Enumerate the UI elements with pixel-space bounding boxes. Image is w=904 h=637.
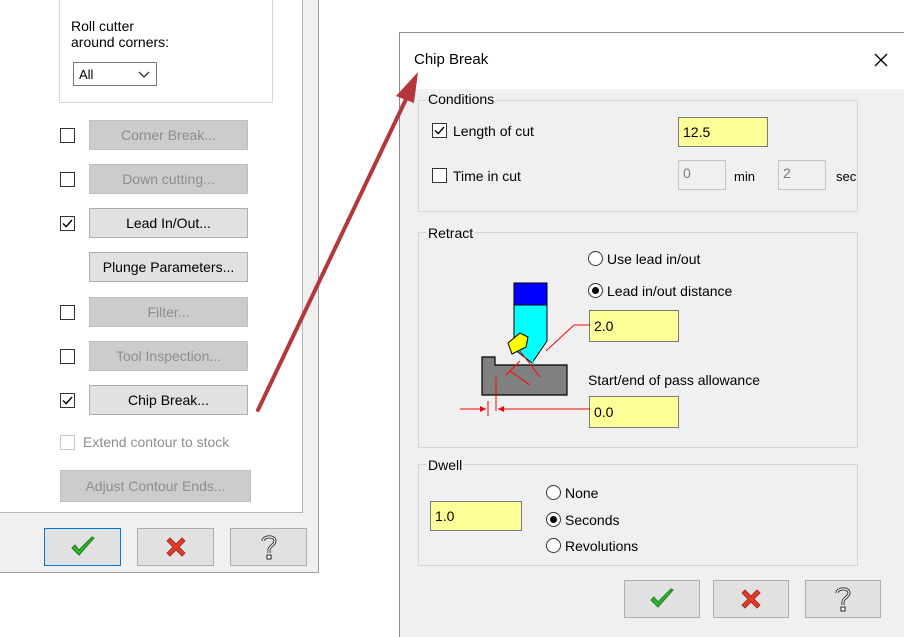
filter-button[interactable]: Filter... bbox=[89, 297, 248, 327]
down-cutting-checkbox[interactable] bbox=[60, 172, 75, 187]
green-check-icon bbox=[650, 588, 674, 608]
dialog-cancel-button[interactable] bbox=[713, 580, 789, 618]
allowance-label: Start/end of pass allowance bbox=[588, 372, 760, 388]
question-mark-icon bbox=[261, 535, 277, 560]
help-button[interactable] bbox=[230, 528, 307, 566]
red-x-icon bbox=[741, 589, 761, 609]
length-of-cut-label: Length of cut bbox=[453, 123, 534, 139]
dwell-none-radio[interactable] bbox=[546, 485, 561, 500]
time-sec-input[interactable]: 2 bbox=[778, 160, 826, 190]
extend-contour-label: Extend contour to stock bbox=[83, 434, 230, 450]
length-of-cut-input[interactable]: 12.5 bbox=[678, 117, 768, 147]
corner-break-button[interactable]: Corner Break... bbox=[89, 120, 248, 150]
retract-diagram bbox=[460, 282, 590, 416]
dialog-help-button[interactable] bbox=[805, 580, 881, 618]
conditions-label: Conditions bbox=[426, 91, 497, 107]
use-lead-label: Use lead in/out bbox=[607, 251, 701, 267]
chevron-down-icon bbox=[138, 71, 150, 78]
use-lead-radio[interactable] bbox=[588, 251, 603, 266]
conditions-group bbox=[418, 100, 858, 212]
down-cutting-button[interactable]: Down cutting... bbox=[89, 164, 248, 194]
options-area: Roll cutter around corners: All Corner B… bbox=[0, 0, 303, 513]
time-min-input[interactable]: 0 bbox=[678, 160, 726, 190]
plunge-parameters-button[interactable]: Plunge Parameters... bbox=[89, 252, 248, 282]
allowance-input[interactable]: 0.0 bbox=[589, 396, 679, 428]
chip-break-button[interactable]: Chip Break... bbox=[89, 385, 248, 415]
close-button[interactable] bbox=[866, 45, 896, 75]
length-of-cut-checkbox[interactable] bbox=[432, 123, 447, 138]
ok-button[interactable] bbox=[44, 528, 121, 566]
retract-label: Retract bbox=[426, 225, 476, 241]
close-icon bbox=[874, 53, 888, 67]
tool-inspection-checkbox[interactable] bbox=[60, 349, 75, 364]
dwell-input[interactable]: 1.0 bbox=[430, 501, 522, 531]
sec-label: sec bbox=[836, 169, 857, 184]
time-in-cut-label: Time in cut bbox=[453, 168, 521, 184]
dwell-label: Dwell bbox=[426, 457, 465, 473]
min-label: min bbox=[734, 169, 755, 184]
checkmark-icon bbox=[434, 126, 445, 135]
tool-inspection-button[interactable]: Tool Inspection... bbox=[89, 341, 248, 371]
corner-break-checkbox[interactable] bbox=[60, 128, 75, 143]
chip-break-dialog: Chip Break Conditions Length of cut 12.5… bbox=[399, 32, 904, 637]
dwell-seconds-radio[interactable] bbox=[546, 512, 561, 527]
checkmark-icon bbox=[62, 396, 73, 405]
red-x-icon bbox=[165, 537, 186, 557]
lead-in-out-button[interactable]: Lead In/Out... bbox=[89, 208, 248, 238]
dwell-revolutions-label: Revolutions bbox=[565, 538, 639, 554]
roll-cutter-select[interactable]: All bbox=[73, 62, 157, 86]
dwell-revolutions-radio[interactable] bbox=[546, 538, 561, 553]
dwell-none-label: None bbox=[565, 485, 599, 501]
adjust-contour-ends-button[interactable]: Adjust Contour Ends... bbox=[60, 470, 251, 502]
lead-distance-input[interactable]: 2.0 bbox=[589, 310, 679, 342]
dwell-seconds-label: Seconds bbox=[565, 512, 620, 528]
extend-contour-checkbox[interactable] bbox=[60, 435, 75, 450]
green-check-icon bbox=[70, 536, 95, 556]
chip-break-checkbox[interactable] bbox=[60, 393, 75, 408]
checkmark-icon bbox=[62, 219, 73, 228]
filter-checkbox[interactable] bbox=[60, 305, 75, 320]
roll-cutter-group: Roll cutter around corners: All bbox=[59, 0, 273, 103]
cancel-button[interactable] bbox=[137, 528, 214, 566]
dialog-title-bar: Chip Break bbox=[400, 33, 904, 89]
time-in-cut-checkbox[interactable] bbox=[432, 168, 447, 183]
dialog-title: Chip Break bbox=[414, 51, 489, 68]
roll-cutter-label: Roll cutter around corners: bbox=[71, 18, 170, 50]
roll-cutter-value: All bbox=[79, 66, 94, 82]
toolpath-parameters-panel: Roll cutter around corners: All Corner B… bbox=[0, 0, 319, 573]
dialog-ok-button[interactable] bbox=[624, 580, 700, 618]
lead-distance-label: Lead in/out distance bbox=[607, 283, 733, 299]
lead-in-out-checkbox[interactable] bbox=[60, 216, 75, 231]
question-mark-icon bbox=[835, 587, 851, 612]
